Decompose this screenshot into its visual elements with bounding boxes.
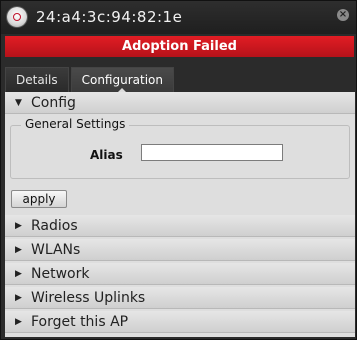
chevron-right-icon: ▶ — [15, 293, 22, 303]
tab-details[interactable]: Details — [5, 67, 69, 92]
tab-bar: Details Configuration — [5, 67, 176, 92]
general-settings-legend: General Settings — [21, 117, 130, 131]
general-settings-group: General Settings Alias — [10, 117, 350, 179]
section-network-label: Network — [31, 266, 90, 282]
section-config-label: Config — [31, 95, 76, 111]
adoption-status-banner: Adoption Failed — [5, 36, 354, 57]
section-wireless-uplinks[interactable]: ▶ Wireless Uplinks — [5, 287, 355, 309]
alias-input[interactable] — [141, 144, 283, 161]
section-wlans[interactable]: ▶ WLANs — [5, 239, 355, 261]
section-wireless-uplinks-label: Wireless Uplinks — [31, 290, 146, 306]
section-wlans-label: WLANs — [31, 242, 81, 258]
chevron-down-icon: ▼ — [15, 98, 22, 108]
section-radios-label: Radios — [31, 218, 78, 234]
device-status-icon — [7, 7, 27, 27]
device-mac-address: 24:a4:3c:94:82:1e — [36, 8, 183, 26]
alias-label: Alias — [90, 148, 123, 162]
section-network[interactable]: ▶ Network — [5, 263, 355, 285]
section-radios[interactable]: ▶ Radios — [5, 215, 355, 237]
close-icon[interactable]: × — [337, 9, 349, 21]
section-forget-ap-label: Forget this AP — [31, 314, 129, 330]
configuration-content: ▼ Config General Settings Alias apply ▶ Ra… — [5, 92, 355, 337]
apply-button[interactable]: apply — [11, 190, 67, 208]
chevron-right-icon: ▶ — [15, 317, 22, 327]
ap-properties-panel: 24:a4:3c:94:82:1e × Adoption Failed Deta… — [0, 0, 357, 340]
title-bar: 24:a4:3c:94:82:1e × — [1, 1, 356, 34]
section-forget-ap[interactable]: ▶ Forget this AP — [5, 311, 355, 333]
chevron-right-icon: ▶ — [15, 221, 22, 231]
chevron-right-icon: ▶ — [15, 269, 22, 279]
section-config-header[interactable]: ▼ Config — [5, 92, 355, 114]
chevron-right-icon: ▶ — [15, 245, 22, 255]
tab-configuration[interactable]: Configuration — [70, 67, 174, 92]
